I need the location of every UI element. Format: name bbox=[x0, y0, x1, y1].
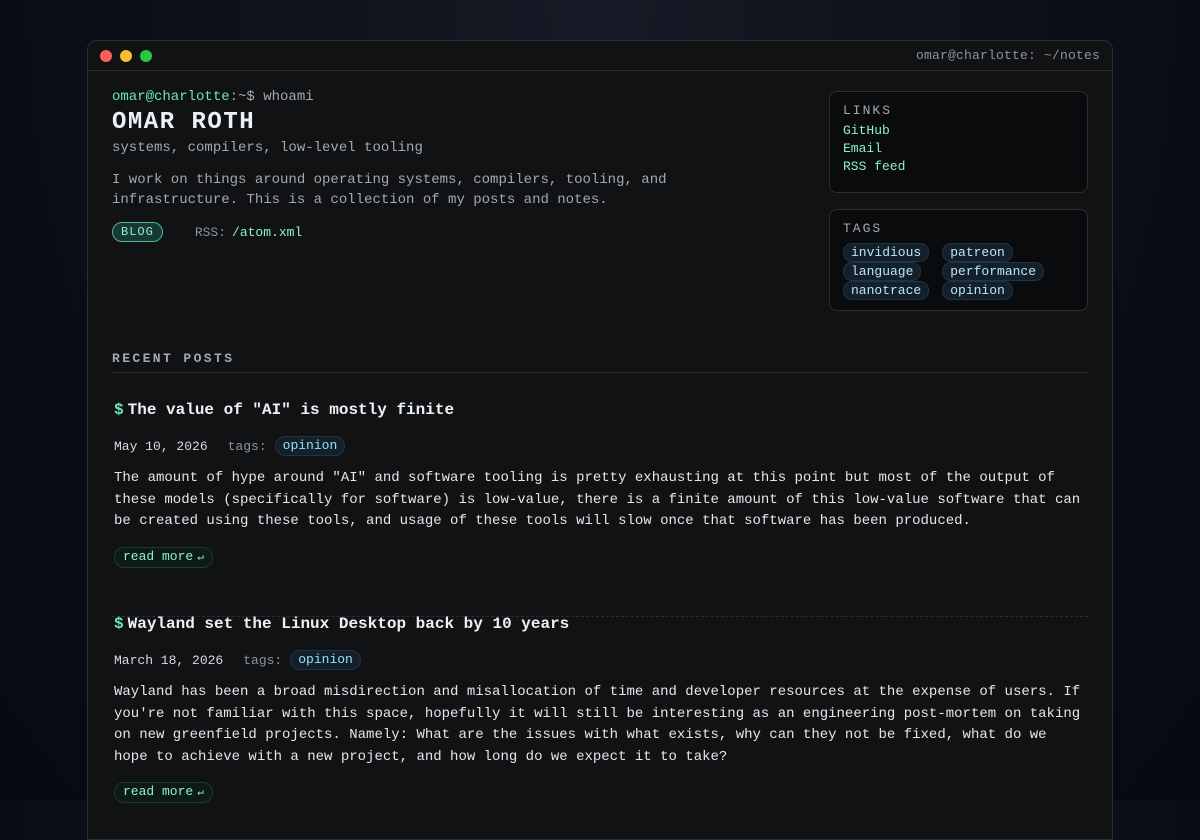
post-tag-opinion[interactable]: opinion bbox=[274, 436, 346, 456]
links-list: GitHub Email RSS feed bbox=[843, 123, 1074, 174]
post-title[interactable]: $ Wayland set the Linux Desktop back by 1… bbox=[114, 615, 1088, 633]
tag-performance[interactable]: performance bbox=[942, 262, 1045, 281]
tag-opinion[interactable]: opinion bbox=[942, 281, 1013, 300]
tag-patreon[interactable]: patreon bbox=[942, 243, 1013, 262]
prompt-command: :~$ whoami bbox=[229, 89, 314, 105]
post-tags-label: tags: bbox=[243, 652, 283, 668]
links-title: LINKS bbox=[843, 103, 893, 118]
post-title-text[interactable]: The value of "AI" is mostly finite bbox=[128, 401, 454, 419]
read-more-button[interactable]: read more ↵ bbox=[114, 546, 213, 568]
author-subtitle: systems, compilers, low-level tooling bbox=[112, 140, 423, 156]
links-panel: LINKS GitHub Email RSS feed bbox=[829, 91, 1088, 193]
read-more-button[interactable]: read more ↵ bbox=[114, 782, 213, 804]
post-tags-label: tags: bbox=[227, 438, 267, 454]
github-link[interactable]: GitHub bbox=[843, 123, 1074, 138]
rss-feed-side-link[interactable]: RSS feed bbox=[843, 159, 1074, 174]
hero-meta: BLOG RSS: /atom.xml bbox=[112, 222, 752, 242]
rss-label: RSS: bbox=[194, 224, 227, 240]
tag-language[interactable]: language bbox=[843, 262, 922, 281]
author-name: OMAR ROTH bbox=[112, 109, 256, 136]
tags-title: TAGS bbox=[843, 221, 883, 236]
maximize-window-button[interactable] bbox=[140, 49, 152, 62]
email-link[interactable]: Email bbox=[843, 141, 1074, 156]
title-bar: omar@charlotte: ~/notes bbox=[88, 41, 1112, 71]
prompt-dollar: $ bbox=[114, 615, 124, 633]
post-item: $ The value of "AI" is mostly finite May … bbox=[114, 401, 1088, 568]
post-item: $ Wayland set the Linux Desktop back by 1… bbox=[114, 615, 1088, 804]
prompt-dollar: $ bbox=[114, 401, 124, 419]
minimize-window-button[interactable] bbox=[120, 49, 132, 62]
tag-invidious[interactable]: invidious bbox=[843, 243, 930, 262]
close-window-button[interactable] bbox=[100, 49, 112, 62]
post-title[interactable]: $ The value of "AI" is mostly finite bbox=[114, 401, 1088, 419]
rss-feed-link[interactable]: /atom.xml bbox=[232, 225, 302, 240]
tags-panel: TAGS invidious patreon language performa… bbox=[829, 209, 1088, 311]
read-more-label: read more bbox=[123, 784, 194, 800]
post-date: March 18, 2026 bbox=[114, 652, 224, 668]
tag-nanotrace[interactable]: nanotrace bbox=[843, 281, 930, 300]
author-bio: I work on things around operating system… bbox=[112, 172, 667, 208]
post-tag-opinion[interactable]: opinion bbox=[290, 650, 361, 670]
post-excerpt: The amount of hype around "AI" and softw… bbox=[114, 470, 1081, 530]
post-title-text[interactable]: Wayland set the Linux Desktop back by 10… bbox=[128, 615, 570, 633]
post-meta: March 18, 2026 tags: opinion bbox=[114, 650, 1088, 670]
blog-badge: BLOG bbox=[112, 222, 163, 242]
recent-posts-header: RECENT POSTS bbox=[112, 351, 1088, 373]
prompt-user: omar@charlotte bbox=[112, 89, 230, 105]
post-meta: May 10, 2026 tags: opinion bbox=[114, 436, 1088, 456]
window-title: omar@charlotte: ~/notes bbox=[915, 48, 1100, 63]
terminal-window: omar@charlotte: ~/notes omar@charlotte:~… bbox=[87, 40, 1113, 840]
return-icon: ↵ bbox=[197, 787, 204, 800]
hero-section: omar@charlotte:~$ whoami OMAR ROTH syste… bbox=[112, 89, 752, 242]
post-date: May 10, 2026 bbox=[114, 438, 208, 454]
read-more-label: read more bbox=[123, 548, 194, 564]
prompt-line: omar@charlotte:~$ whoami bbox=[112, 89, 752, 105]
post-excerpt: Wayland has been a broad misdirection an… bbox=[114, 684, 1081, 765]
tags-list: invidious patreon language performance n… bbox=[843, 243, 1074, 300]
return-icon: ↵ bbox=[197, 551, 204, 564]
